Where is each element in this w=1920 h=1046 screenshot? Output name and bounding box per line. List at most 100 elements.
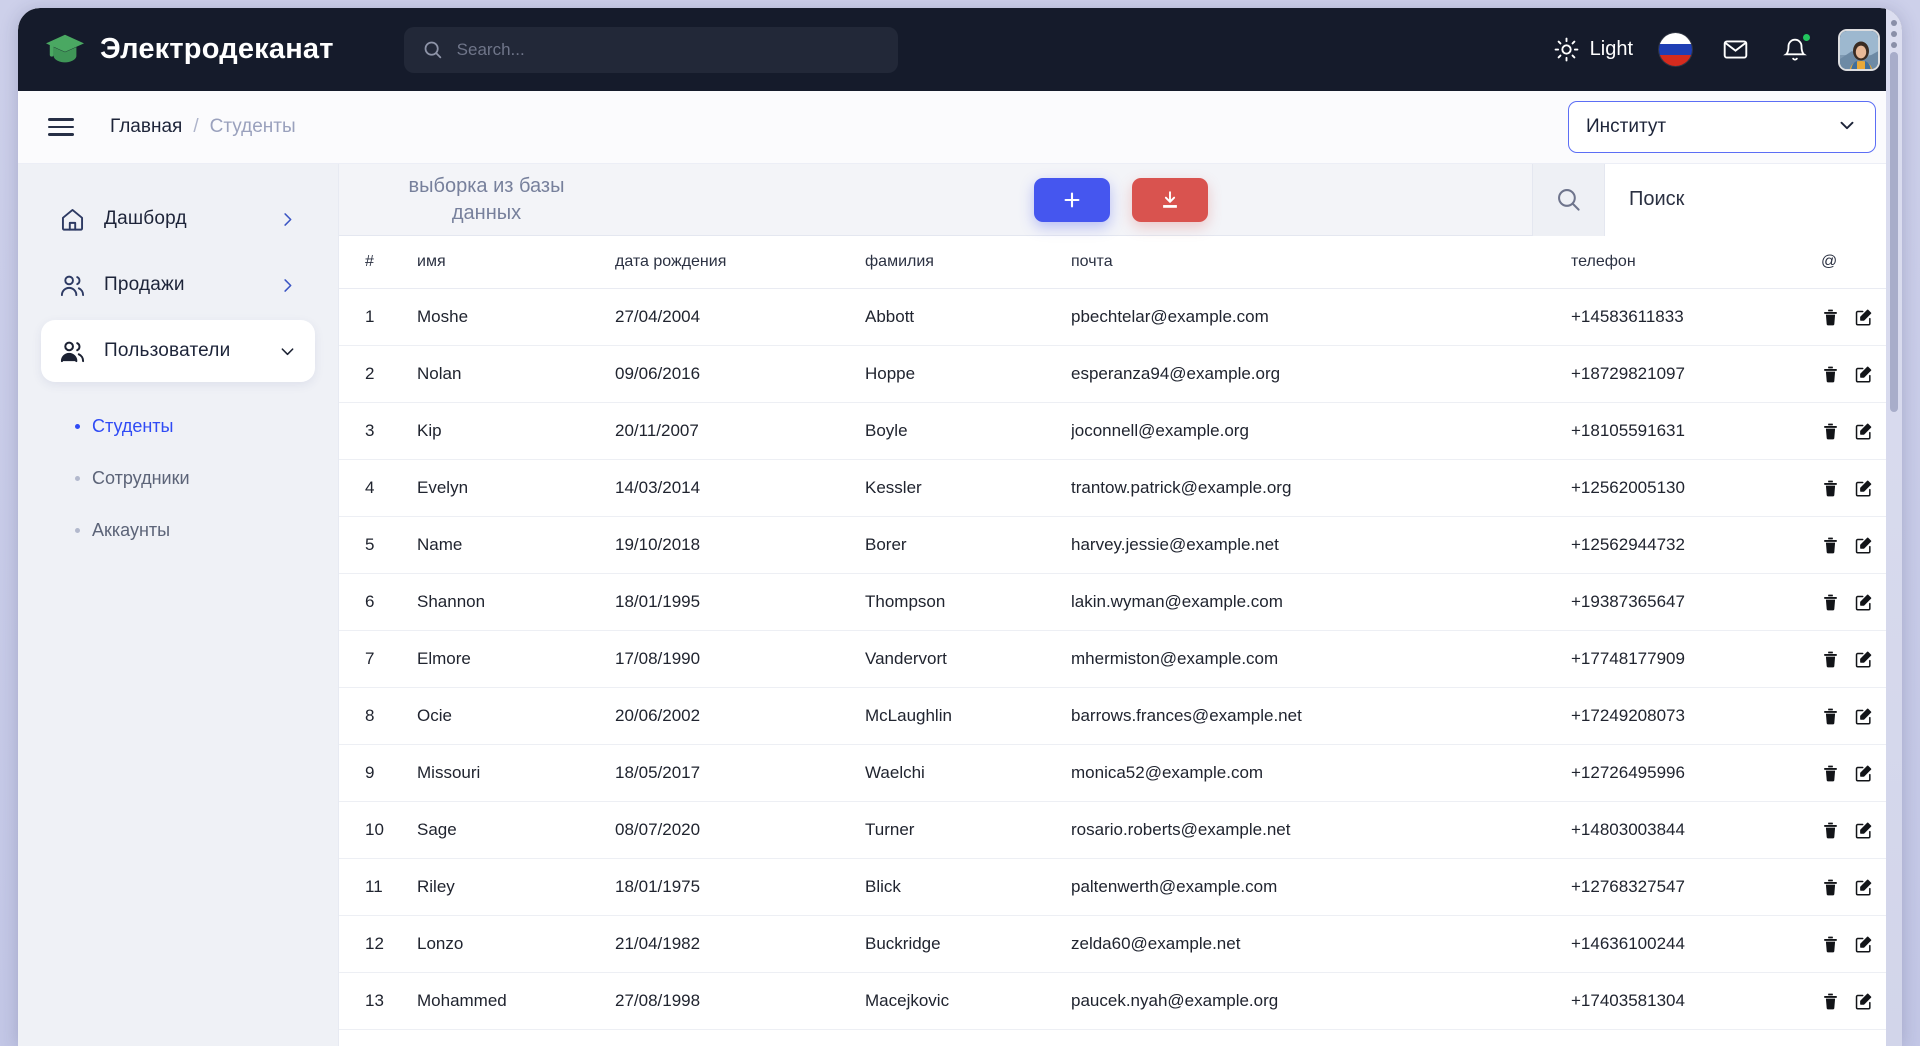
cell-index: 7 <box>339 630 417 688</box>
sidebar-item-accounts-label: Аккаунты <box>92 519 171 540</box>
edit-row-button[interactable] <box>1854 821 1873 840</box>
table-row[interactable]: 10 Sage 08/07/2020 Turner rosario.roberts@ex… <box>339 801 1902 859</box>
breadcrumb-bar: Главная / Студенты Институт <box>18 91 1902 164</box>
sidebar-item-staff-label: Сотрудники <box>92 467 190 488</box>
delete-row-button[interactable] <box>1821 365 1840 384</box>
edit-row-button[interactable] <box>1854 992 1873 1011</box>
table-row[interactable]: 2 Nolan 09/06/2016 Hoppe esperanza94@example… <box>339 345 1902 403</box>
table-row[interactable]: 5 Name 19/10/2018 Borer harvey.jessie@exampl… <box>339 516 1902 574</box>
envelope-icon <box>1723 40 1747 59</box>
table-row[interactable]: 4 Evelyn 14/03/2014 Kessler trantow.patrick@… <box>339 459 1902 517</box>
user-avatar[interactable] <box>1838 28 1880 71</box>
edit-row-button[interactable] <box>1854 764 1873 783</box>
delete-row-button[interactable] <box>1821 479 1840 498</box>
sidebar-item-staff[interactable]: Сотрудники <box>75 452 315 504</box>
sidebar-item-sales-label: Продажи <box>104 274 185 295</box>
edit-row-button[interactable] <box>1854 365 1873 384</box>
delete-row-button[interactable] <box>1821 821 1840 840</box>
table-row[interactable]: 12 Lonzo 21/04/1982 Buckridge zelda60@exampl… <box>339 915 1902 973</box>
delete-row-button[interactable] <box>1821 536 1840 555</box>
theme-toggle-button[interactable]: Light <box>1554 37 1633 62</box>
cell-birthdate: 21/04/1982 <box>615 915 865 973</box>
sidebar-item-accounts[interactable]: Аккаунты <box>75 504 315 556</box>
table-row[interactable]: 9 Missouri 18/05/2017 Waelchi monica52@examp… <box>339 744 1902 802</box>
column-header-birthdate[interactable]: дата рождения <box>615 236 865 289</box>
table-row[interactable]: 11 Riley 18/01/1975 Blick paltenwerth@exampl… <box>339 858 1902 916</box>
breadcrumb-home-link[interactable]: Главная <box>110 116 182 138</box>
cell-email: harvey.jessie@example.net <box>1071 516 1571 574</box>
edit-row-button[interactable] <box>1854 707 1873 726</box>
page-scrollbar[interactable] <box>1886 8 1902 1046</box>
edit-row-button[interactable] <box>1854 308 1873 327</box>
delete-row-button[interactable] <box>1821 308 1840 327</box>
cell-email: paltenwerth@example.com <box>1071 858 1571 916</box>
scrollbar-thumb[interactable] <box>1890 52 1898 412</box>
messages-button[interactable] <box>1718 33 1752 67</box>
edit-row-button[interactable] <box>1854 593 1873 612</box>
table-scroll-container[interactable]: # имя дата рождения фамилия почта телефо… <box>339 236 1902 1046</box>
delete-row-button[interactable] <box>1821 935 1840 954</box>
edit-icon <box>1855 309 1872 326</box>
sidebar-item-students[interactable]: Студенты <box>75 400 315 452</box>
download-export-button[interactable] <box>1131 177 1208 222</box>
russian-flag-icon[interactable] <box>1659 33 1692 66</box>
add-record-button[interactable] <box>1033 177 1110 222</box>
table-row[interactable]: 7 Elmore 17/08/1990 Vandervort mhermiston@ex… <box>339 630 1902 688</box>
column-header-lastname[interactable]: фамилия <box>865 236 1071 289</box>
delete-row-button[interactable] <box>1821 764 1840 783</box>
brand-logo-block[interactable]: Электродеканат <box>44 31 334 69</box>
cell-phone: +19387365647 <box>1571 573 1821 631</box>
edit-icon <box>1855 366 1872 383</box>
edit-row-button[interactable] <box>1854 422 1873 441</box>
edit-icon <box>1855 537 1872 554</box>
trash-icon <box>1824 993 1837 1009</box>
cell-email: joconnell@example.org <box>1071 402 1571 460</box>
notifications-button[interactable] <box>1778 31 1812 67</box>
search-icon <box>424 41 441 59</box>
column-header-index[interactable]: # <box>339 236 417 289</box>
cell-lastname: Kessler <box>865 459 1071 517</box>
sidebar-item-dashboard[interactable]: Дашборд <box>41 188 315 250</box>
delete-row-button[interactable] <box>1821 593 1840 612</box>
edit-row-button[interactable] <box>1854 479 1873 498</box>
cell-phone: +13466202214 <box>1571 1029 1821 1046</box>
table-row[interactable]: 14Delpha15/03/1997Ebertpbechtelar@exampl… <box>339 1029 1902 1046</box>
delete-row-button[interactable] <box>1821 650 1840 669</box>
institute-select[interactable]: Институт <box>1568 101 1876 153</box>
bullet-icon <box>75 527 80 533</box>
delete-row-button[interactable] <box>1821 992 1840 1011</box>
cell-lastname: Boyle <box>865 402 1071 460</box>
hamburger-menu-icon[interactable] <box>48 113 74 141</box>
cell-lastname: Waelchi <box>865 744 1071 802</box>
table-search-button[interactable] <box>1533 163 1605 236</box>
column-header-email[interactable]: почта <box>1071 236 1571 289</box>
delete-row-button[interactable] <box>1821 878 1840 897</box>
cell-birthdate: 18/05/2017 <box>615 744 865 802</box>
table-row[interactable]: 3 Kip 20/11/2007 Boyle joconnell@example.org… <box>339 402 1902 460</box>
edit-row-button[interactable] <box>1854 935 1873 954</box>
table-row[interactable]: 1 Moshe 27/04/2004 Abbott pbechtelar@example… <box>339 288 1902 346</box>
column-header-firstname[interactable]: имя <box>417 236 615 289</box>
cell-index: 6 <box>339 573 417 631</box>
sidebar-item-users[interactable]: Пользователи <box>41 320 315 382</box>
toolbar-action-buttons <box>1033 177 1208 222</box>
cell-index: 1 <box>339 288 417 346</box>
table-row[interactable]: 13 Mohammed 27/08/1998 Macejkovic paucek.nya… <box>339 972 1902 1030</box>
cell-lastname: Borer <box>865 516 1071 574</box>
sidebar-item-sales[interactable]: Продажи <box>41 254 315 316</box>
trash-icon <box>1824 879 1837 895</box>
cell-firstname: Ocie <box>417 687 615 745</box>
edit-row-button[interactable] <box>1854 650 1873 669</box>
global-search-input[interactable]: Search... <box>403 26 898 73</box>
edit-row-button[interactable] <box>1854 878 1873 897</box>
institute-select-value: Институт <box>1586 116 1667 137</box>
column-header-phone[interactable]: телефон <box>1571 236 1821 289</box>
table-row[interactable]: 8 Ocie 20/06/2002 McLaughlin barrows.frances… <box>339 687 1902 745</box>
delete-row-button[interactable] <box>1821 707 1840 726</box>
cell-birthdate: 17/08/1990 <box>615 630 865 688</box>
delete-row-button[interactable] <box>1821 422 1840 441</box>
table-row[interactable]: 6 Shannon 18/01/1995 Thompson lakin.wyman@ex… <box>339 573 1902 631</box>
edit-row-button[interactable] <box>1854 536 1873 555</box>
main-body: Дашборд Продажи Пользователи Студенты Со… <box>18 163 1902 1046</box>
table-search-input[interactable]: Поиск <box>1605 163 1902 236</box>
